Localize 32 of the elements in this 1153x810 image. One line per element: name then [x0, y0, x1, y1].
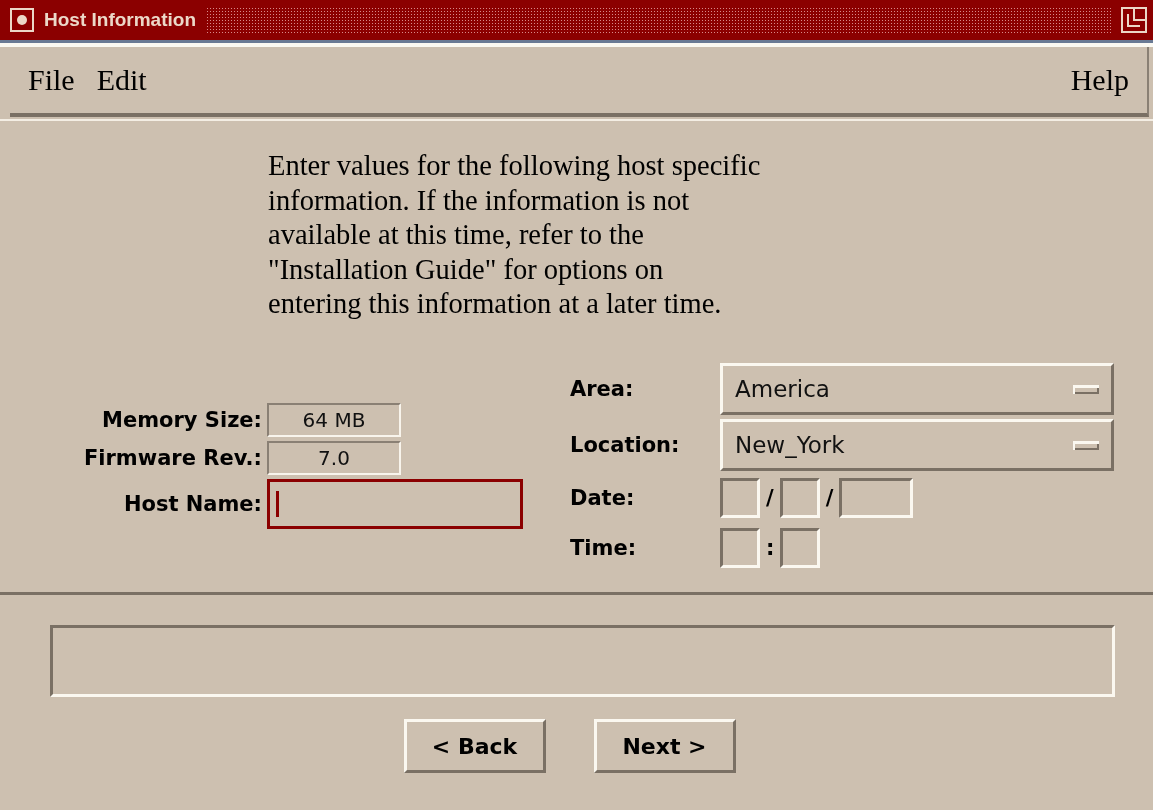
maximize-icon[interactable]: [1121, 7, 1147, 33]
dropdown[interactable]: America: [720, 363, 1114, 415]
option-menu-icon: [1073, 384, 1099, 394]
input-field[interactable]: [267, 479, 523, 529]
instructions-text: Enter values for the following host specific information. If the information is not available at this time, refer to the "Installation Guide" for options on entering this information at a later time.: [268, 149, 762, 321]
menu-item[interactable]: Edit: [92, 63, 151, 97]
field-label: Time:: [570, 536, 638, 560]
field-label: Area:: [570, 377, 635, 401]
input-field[interactable]: [720, 528, 760, 568]
separator-text: :: [766, 536, 775, 560]
dropdown[interactable]: New_York: [720, 419, 1114, 471]
readonly-field: 7.0: [267, 441, 401, 475]
input-field[interactable]: [839, 478, 914, 518]
option-menu-icon: [1073, 440, 1099, 450]
menu-item[interactable]: Help: [1066, 63, 1133, 97]
text-cursor: [276, 491, 279, 517]
nav-button[interactable]: < Back: [403, 719, 546, 773]
readonly-field: 64 MB: [267, 403, 401, 437]
input-field[interactable]: [780, 528, 821, 568]
field-label: Date:: [570, 486, 636, 510]
window-menu-icon[interactable]: [10, 8, 34, 32]
field-label: Host Name:: [122, 492, 262, 516]
separator-text: /: [825, 486, 834, 510]
field-label: Location:: [570, 433, 681, 457]
field-label: Firmware Rev.:: [82, 446, 262, 470]
nav-button[interactable]: Next >: [593, 719, 736, 773]
input-field[interactable]: [779, 478, 820, 518]
window-title: Host Information: [44, 9, 196, 31]
separator-text: /: [766, 486, 774, 510]
menu-item[interactable]: File: [24, 63, 79, 97]
input-field[interactable]: [720, 478, 760, 518]
field-label: Memory Size:: [101, 408, 262, 432]
